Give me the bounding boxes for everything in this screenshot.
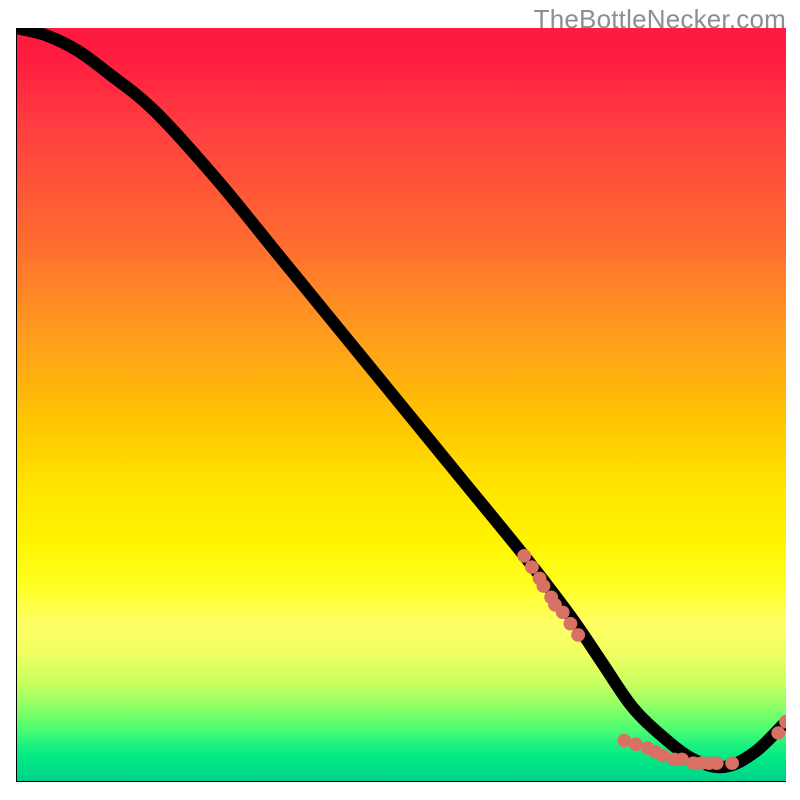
bottleneck-curve: [16, 28, 786, 767]
scatter-point: [517, 549, 531, 563]
scatter-point: [771, 726, 785, 740]
chart-svg: [16, 28, 786, 782]
scatter-point: [710, 756, 724, 770]
scatter-point: [571, 628, 585, 642]
scatter-point: [537, 579, 551, 593]
scatter-point: [548, 598, 562, 612]
scatter-point: [725, 756, 739, 770]
scatter-point: [563, 617, 577, 631]
chart-plot-area: [16, 28, 786, 782]
watermark-text: TheBottleNecker.com: [534, 4, 786, 35]
scatter-markers: [517, 549, 786, 770]
scatter-point: [525, 560, 539, 574]
